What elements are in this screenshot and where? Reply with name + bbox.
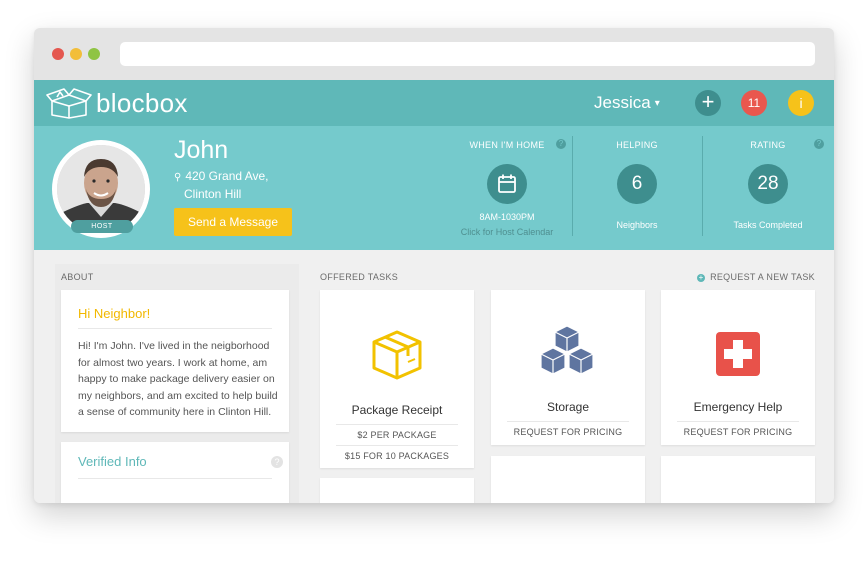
- main-content: ABOUT Hi Neighbor! Hi! I'm John. I've li…: [34, 250, 834, 503]
- request-new-task-link[interactable]: + REQUEST A NEW TASK: [697, 272, 815, 282]
- divider: [336, 445, 458, 446]
- plus-circle-icon: +: [697, 273, 706, 282]
- verified-info-card: Verified Info ?: [61, 442, 289, 503]
- send-message-button[interactable]: Send a Message: [174, 208, 292, 236]
- minimize-window-dot[interactable]: [70, 48, 82, 60]
- about-section-label: ABOUT: [61, 272, 94, 282]
- first-aid-icon: [716, 332, 760, 376]
- verified-info-title: Verified Info: [78, 454, 147, 469]
- divider: [78, 478, 272, 479]
- logo-word-bloc: bloc: [96, 88, 145, 118]
- about-greeting: Hi Neighbor!: [78, 306, 151, 321]
- stat-divider: [572, 136, 573, 236]
- task-price: $15 FOR 10 PACKAGES: [344, 451, 450, 461]
- host-badge: HOST: [71, 220, 133, 233]
- profile-address: ⚲ 420 Grand Ave, Clinton Hill: [174, 168, 269, 203]
- task-card-emergency-help[interactable]: Emergency Help REQUEST FOR PRICING: [661, 290, 815, 445]
- help-icon[interactable]: ?: [814, 139, 824, 149]
- help-icon[interactable]: ?: [271, 456, 283, 468]
- divider: [677, 421, 799, 422]
- package-icon: [372, 330, 422, 380]
- stat-when-home: WHEN I'M HOME 8AM-1030PM Click for Host …: [447, 126, 567, 250]
- about-column: ABOUT Hi Neighbor! Hi! I'm John. I've li…: [55, 264, 299, 503]
- add-button[interactable]: +: [695, 90, 721, 116]
- stat-helping-value: 6: [617, 164, 657, 204]
- help-icon[interactable]: ?: [556, 139, 566, 149]
- task-price: $2 PER PACKAGE: [357, 430, 437, 440]
- logo-word-box: box: [144, 88, 188, 118]
- stat-home-title: WHEN I'M HOME: [469, 140, 545, 150]
- stat-divider: [702, 136, 703, 236]
- calendar-icon[interactable]: [487, 164, 527, 204]
- top-nav: blocbox Jessica ▾ + 11 i: [34, 80, 834, 126]
- host-calendar-link[interactable]: Click for Host Calendar: [447, 227, 567, 237]
- chevron-down-icon: ▾: [654, 98, 660, 109]
- stat-rating-value: 28: [748, 164, 788, 204]
- user-name: Jessica: [594, 93, 651, 112]
- about-card: Hi Neighbor! Hi! I'm John. I've lived in…: [61, 290, 289, 432]
- request-new-task-label: REQUEST A NEW TASK: [710, 272, 815, 282]
- browser-chrome: [34, 28, 834, 80]
- divider: [507, 421, 629, 422]
- task-price: REQUEST FOR PRICING: [683, 427, 793, 437]
- address-bar[interactable]: [120, 42, 815, 66]
- task-card-package-receipt[interactable]: Package Receipt $2 PER PACKAGE $15 FOR 1…: [320, 290, 474, 468]
- tasks-section-label: OFFERED TASKS: [320, 272, 399, 282]
- app-logo[interactable]: blocbox: [96, 88, 188, 119]
- user-menu[interactable]: Jessica ▾: [594, 93, 660, 113]
- task-card-storage[interactable]: Storage REQUEST FOR PRICING: [491, 290, 645, 445]
- stat-helping-title: HELPING: [616, 140, 658, 150]
- stat-rating-title: RATING: [750, 140, 786, 150]
- task-name: Storage: [546, 400, 590, 414]
- close-window-dot[interactable]: [52, 48, 64, 60]
- about-bio: Hi! I'm John. I've lived in the neigborh…: [78, 340, 278, 419]
- notifications-badge[interactable]: 11: [741, 90, 767, 116]
- info-button[interactable]: i: [788, 90, 814, 116]
- stat-rating-sub: Tasks Completed: [733, 220, 803, 230]
- divider: [78, 328, 272, 329]
- logo-box-icon: [46, 88, 92, 119]
- stat-rating: RATING 28 Tasks Completed ?: [708, 126, 828, 250]
- task-name: Emergency Help: [693, 400, 783, 414]
- task-price: REQUEST FOR PRICING: [513, 427, 623, 437]
- browser-window: blocbox Jessica ▾ + 11 i HOST John ⚲ 420…: [34, 28, 834, 503]
- tasks-column: OFFERED TASKS + REQUEST A NEW TASK Packag…: [311, 264, 815, 503]
- maximize-window-dot[interactable]: [88, 48, 100, 60]
- task-card-placeholder[interactable]: [491, 456, 645, 503]
- task-card-placeholder[interactable]: [661, 456, 815, 503]
- storage-boxes-icon: [540, 325, 594, 375]
- address-line-1: 420 Grand Ave,: [185, 169, 269, 183]
- stat-helping-sub: Neighbors: [616, 220, 658, 230]
- location-pin-icon: ⚲: [174, 172, 182, 183]
- task-name: Package Receipt: [351, 403, 443, 417]
- divider: [336, 424, 458, 425]
- stat-helping: HELPING 6 Neighbors: [577, 126, 697, 250]
- profile-name: John: [174, 136, 229, 164]
- address-line-2: Clinton Hill: [184, 187, 242, 201]
- profile-header: HOST John ⚲ 420 Grand Ave, Clinton Hill S…: [34, 126, 834, 250]
- stat-home-hours: 8AM-1030PM: [479, 212, 535, 222]
- task-card-placeholder[interactable]: [320, 478, 474, 503]
